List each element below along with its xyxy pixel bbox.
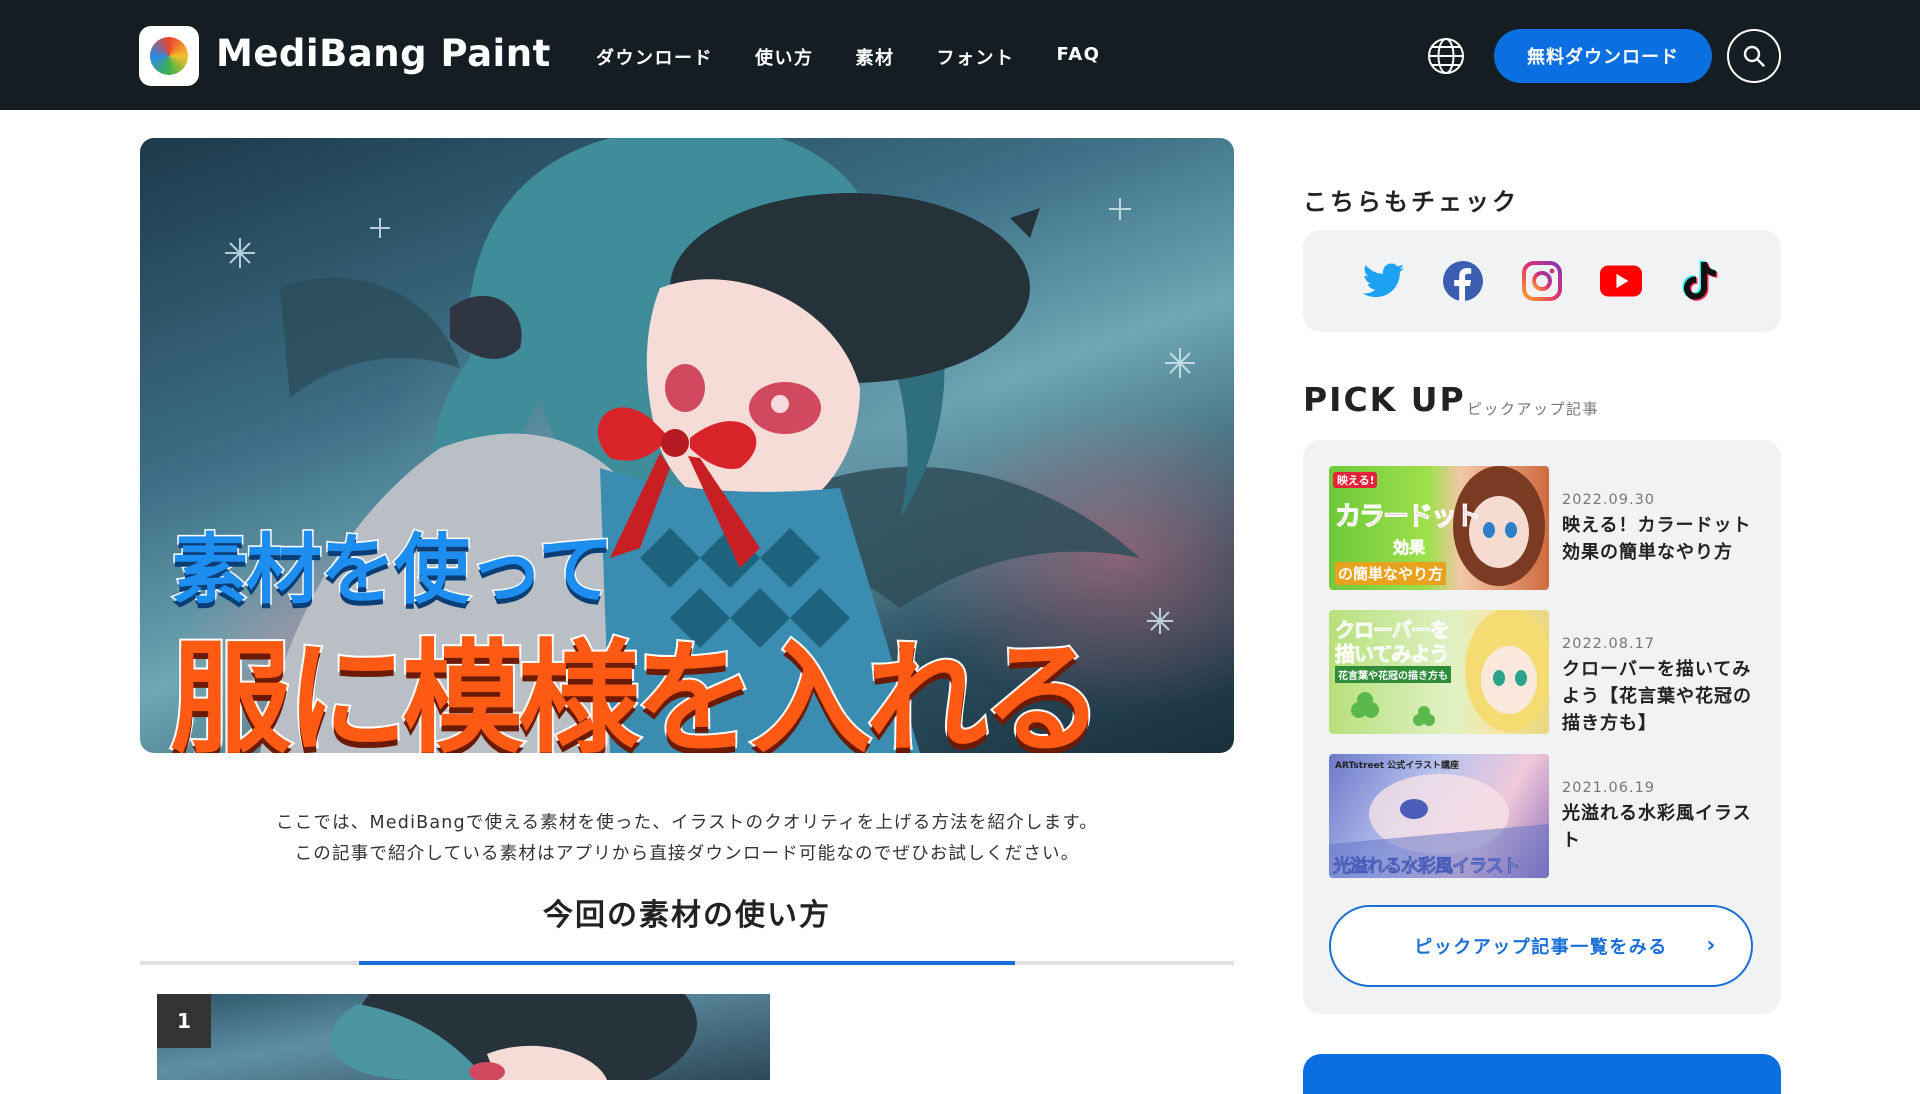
thumb-top: ARTstreet 公式イラスト講座 bbox=[1335, 761, 1459, 771]
article-intro: ここでは、MediBangで使える素材を使った、イラストのクオリティを上げる方法… bbox=[140, 808, 1234, 870]
thumb-main2: 描いてみよう bbox=[1335, 642, 1450, 667]
intro-line2: この記事で紹介している素材はアプリから直接ダウンロード可能なのでぜひお試しくださ… bbox=[294, 844, 1080, 864]
chevron-right-icon: › bbox=[1706, 933, 1717, 958]
main-nav: ダウンロード 使い方 素材 フォント FAQ bbox=[596, 44, 1142, 70]
social-links bbox=[1303, 230, 1781, 332]
nav-fonts[interactable]: フォント bbox=[937, 44, 1015, 70]
nav-howto[interactable]: 使い方 bbox=[755, 44, 814, 70]
pickup-article[interactable]: クローバーを 描いてみよう 花言葉や花冠の描き方も 2022.08.17 クロー… bbox=[1329, 610, 1751, 734]
thumb-bottom: の簡単なやり方 bbox=[1335, 562, 1447, 585]
article-title[interactable]: 光溢れる水彩風イラスト bbox=[1562, 800, 1762, 854]
article-thumbnail: 映える! カラードット 効果 の簡単なやり方 bbox=[1329, 466, 1549, 590]
language-globe-icon[interactable] bbox=[1426, 36, 1466, 76]
tiktok-icon[interactable] bbox=[1679, 260, 1721, 302]
twitter-icon[interactable] bbox=[1363, 260, 1405, 302]
facebook-icon[interactable] bbox=[1442, 260, 1484, 302]
thumb-top: 映える! bbox=[1337, 474, 1375, 487]
article-date: 2022.08.17 bbox=[1562, 636, 1656, 652]
instagram-icon[interactable] bbox=[1521, 260, 1563, 302]
article-thumbnail: クローバーを 描いてみよう 花言葉や花冠の描き方も bbox=[1329, 610, 1549, 734]
thumb-main: カラードット bbox=[1334, 502, 1481, 533]
brand-name[interactable]: MediBang Paint bbox=[216, 32, 551, 75]
nav-materials[interactable]: 素材 bbox=[856, 44, 895, 70]
pickup-list-label: ピックアップ記事一覧をみる bbox=[1414, 937, 1668, 958]
section-title: 今回の素材の使い方 bbox=[543, 898, 831, 933]
thumb-bottom: 光溢れる水彩風イラスト bbox=[1333, 856, 1521, 878]
pickup-subheading: ピックアップ記事 bbox=[1467, 400, 1600, 418]
free-download-button[interactable]: 無料ダウンロード bbox=[1494, 29, 1712, 83]
youtube-icon[interactable] bbox=[1600, 260, 1642, 302]
pickup-list-button[interactable]: ピックアップ記事一覧をみる › bbox=[1329, 905, 1753, 987]
hero-illustration: 素材を使って 服に模様を入れる bbox=[140, 138, 1234, 753]
site-header: MediBang Paint ダウンロード 使い方 素材 フォント FAQ 無料… bbox=[0, 0, 1920, 110]
article-title[interactable]: クローバーを描いてみよう【花言葉や花冠の描き方も】 bbox=[1562, 656, 1762, 737]
sidebar-banner[interactable] bbox=[1303, 1054, 1781, 1094]
section-divider-accent bbox=[359, 961, 1015, 965]
nav-download[interactable]: ダウンロード bbox=[596, 44, 713, 70]
step-illustration bbox=[157, 994, 770, 1080]
hero-title-line2: 服に模様を入れる bbox=[168, 626, 1106, 753]
medibang-logo-icon[interactable] bbox=[139, 26, 199, 86]
pickup-heading: PICK UP bbox=[1303, 380, 1466, 419]
article-thumbnail: ARTstreet 公式イラスト講座 光溢れる水彩風イラスト bbox=[1329, 754, 1549, 878]
pickup-panel: 映える! カラードット 効果 の簡単なやり方 2022.09.30 映える！カラ… bbox=[1303, 440, 1781, 1014]
intro-line1: ここでは、MediBangで使える素材を使った、イラストのクオリティを上げる方法… bbox=[276, 813, 1098, 833]
thumb-main2: 効果 bbox=[1393, 538, 1426, 558]
nav-faq[interactable]: FAQ bbox=[1057, 44, 1101, 70]
search-icon bbox=[1743, 45, 1765, 67]
pickup-article[interactable]: 映える! カラードット 効果 の簡単なやり方 2022.09.30 映える！カラ… bbox=[1329, 466, 1750, 590]
article-date: 2022.09.30 bbox=[1562, 492, 1656, 508]
step-number-badge: 1 bbox=[157, 994, 211, 1048]
article-title[interactable]: 映える！カラードット効果の簡単なやり方 bbox=[1562, 512, 1762, 566]
thumb-bottom: 花言葉や花冠の描き方も bbox=[1335, 666, 1451, 683]
search-button[interactable] bbox=[1727, 29, 1781, 83]
pickup-article[interactable]: ARTstreet 公式イラスト講座 光溢れる水彩風イラスト 2021.06.1… bbox=[1329, 754, 1751, 878]
check-also-heading: こちらもチェック bbox=[1303, 188, 1519, 216]
article-date: 2021.06.19 bbox=[1562, 780, 1656, 796]
